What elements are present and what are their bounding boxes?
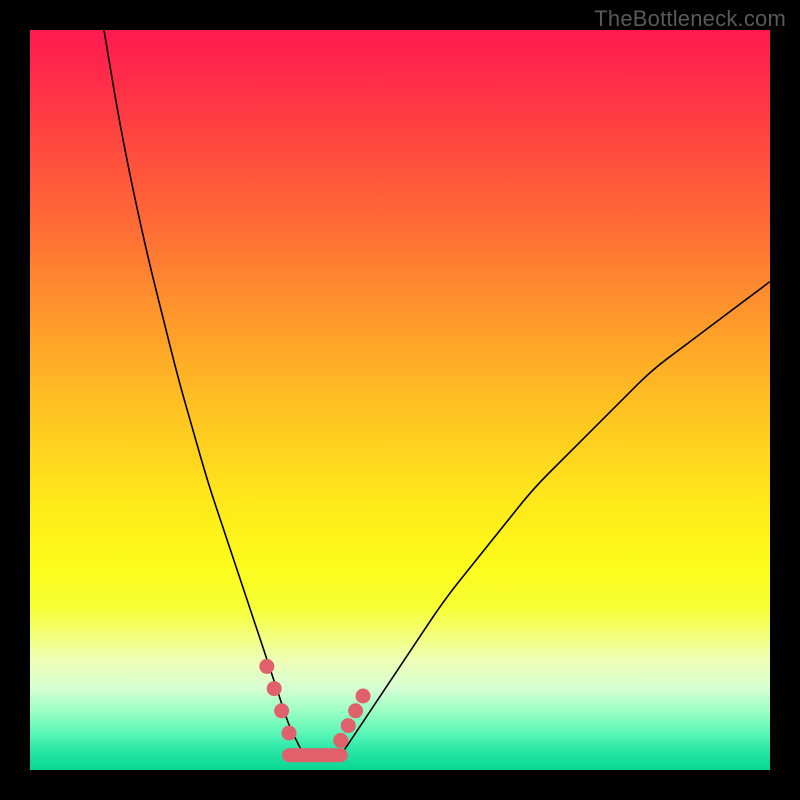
highlight-dots	[260, 659, 370, 747]
highlight-dot	[260, 659, 274, 673]
curve-layer	[30, 30, 770, 770]
plot-area	[30, 30, 770, 770]
highlight-dot	[356, 689, 370, 703]
watermark-text: TheBottleneck.com	[594, 6, 786, 32]
highlight-dot	[282, 726, 296, 740]
plot-outer-border	[30, 30, 770, 770]
highlight-dot	[267, 682, 281, 696]
left-curve	[104, 30, 304, 755]
right-curve	[341, 282, 770, 756]
chart-frame: TheBottleneck.com	[0, 0, 800, 800]
highlight-dot	[341, 719, 355, 733]
highlight-dot	[334, 733, 348, 747]
highlight-dot	[275, 704, 289, 718]
highlight-dot	[349, 704, 363, 718]
